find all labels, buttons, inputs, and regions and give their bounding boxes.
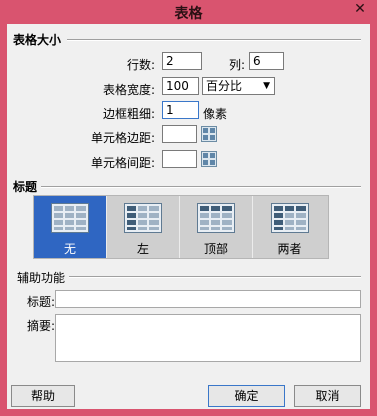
ok-button[interactable]: 确定 bbox=[208, 385, 285, 407]
help-button[interactable]: 帮助 bbox=[11, 385, 75, 407]
header-option-label: 无 bbox=[63, 242, 76, 256]
cols-label: 列: bbox=[228, 58, 245, 72]
header-option-left[interactable]: 左 bbox=[107, 196, 180, 258]
cell-padding-grid-icon[interactable] bbox=[201, 126, 217, 142]
cell-spacing-label: 单元格间距: bbox=[90, 156, 155, 170]
cell-padding-label: 单元格边距: bbox=[90, 131, 155, 145]
cell-spacing-grid-icon[interactable] bbox=[201, 151, 217, 167]
header-option-label: 左 bbox=[136, 242, 149, 256]
header-option-none[interactable]: 无 bbox=[34, 196, 107, 258]
cell-spacing-input[interactable] bbox=[162, 150, 197, 168]
separator bbox=[69, 276, 361, 278]
cols-input[interactable] bbox=[249, 52, 284, 70]
separator bbox=[41, 186, 361, 188]
title-bar[interactable]: 表格 ✕ bbox=[0, 0, 377, 24]
border-input[interactable] bbox=[162, 101, 199, 119]
table-header-left-icon bbox=[124, 203, 162, 233]
table-header-top-icon bbox=[197, 203, 235, 233]
summary-label: 摘要: bbox=[26, 319, 55, 333]
header-option-top[interactable]: 顶部 bbox=[180, 196, 253, 258]
cell-padding-input[interactable] bbox=[162, 125, 197, 143]
table-header-both-icon bbox=[270, 203, 309, 233]
width-unit-value: 百分比 bbox=[206, 79, 243, 93]
section-header-label: 标题 bbox=[13, 180, 38, 194]
caption-label: 标题: bbox=[26, 295, 55, 309]
cancel-button[interactable]: 取消 bbox=[294, 385, 361, 407]
width-unit-select[interactable]: 百分比 ▼ bbox=[202, 77, 275, 95]
header-option-label: 顶部 bbox=[203, 242, 228, 256]
chevron-down-icon: ▼ bbox=[263, 81, 270, 91]
table-dialog: 表格 ✕ 表格大小 行数: 列: 表格宽度: 百分比 ▼ 边框粗细: 像素 单元… bbox=[0, 0, 377, 416]
width-label: 表格宽度: bbox=[102, 83, 155, 97]
border-unit-label: 像素 bbox=[203, 107, 228, 121]
close-icon[interactable]: ✕ bbox=[349, 0, 371, 18]
separator bbox=[67, 39, 361, 41]
summary-textarea[interactable] bbox=[55, 314, 361, 362]
dialog-title: 表格 bbox=[174, 6, 203, 22]
table-header-none-icon bbox=[51, 203, 89, 233]
dialog-body: 表格大小 行数: 列: 表格宽度: 百分比 ▼ 边框粗细: 像素 单元格边距: … bbox=[7, 24, 370, 409]
header-options: 无 左 顶部 两者 bbox=[33, 195, 329, 259]
header-option-both[interactable]: 两者 bbox=[253, 196, 326, 258]
caption-input[interactable] bbox=[55, 290, 361, 308]
section-accessibility-label: 辅助功能 bbox=[17, 271, 66, 285]
rows-label: 行数: bbox=[126, 58, 155, 72]
section-table-size-label: 表格大小 bbox=[13, 33, 62, 47]
header-option-label: 两者 bbox=[277, 242, 302, 256]
width-input[interactable] bbox=[162, 77, 199, 95]
border-label: 边框粗细: bbox=[102, 107, 155, 121]
rows-input[interactable] bbox=[162, 52, 202, 70]
